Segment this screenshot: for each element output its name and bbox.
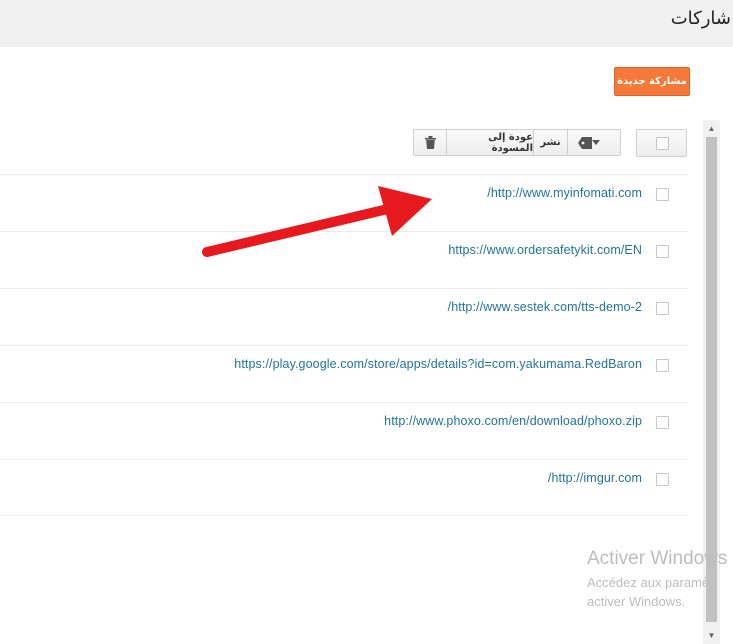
- delete-button[interactable]: [414, 130, 446, 155]
- trash-icon: [424, 136, 436, 149]
- watermark-title: Activer Windows: [587, 548, 728, 569]
- post-checkbox[interactable]: [656, 245, 669, 258]
- tag-icon: [578, 136, 592, 149]
- post-title-link[interactable]: https://www.ordersafetykit.com/EN: [448, 243, 642, 257]
- post-title-link[interactable]: http://www.phoxo.com/en/download/phoxo.z…: [384, 414, 642, 428]
- label-dropdown-button[interactable]: [567, 130, 620, 155]
- watermark-line-1: Accédez aux paramè: [587, 575, 710, 590]
- publish-button[interactable]: نشر: [533, 130, 567, 155]
- posts-list: /http://www.myinfomati.com https://www.o…: [0, 174, 688, 516]
- chevron-down-icon: [592, 140, 600, 145]
- post-actions-toolbar: عودة إلى المسودة نشر: [413, 129, 621, 156]
- post-checkbox[interactable]: [656, 473, 669, 486]
- post-row: http://www.phoxo.com/en/download/phoxo.z…: [0, 402, 688, 459]
- post-row: /http://imgur.com: [0, 459, 688, 516]
- post-row: /http://www.sestek.com/tts-demo-2: [0, 288, 688, 345]
- post-checkbox[interactable]: [656, 302, 669, 315]
- page-title: شاركات: [670, 8, 731, 29]
- select-all-button[interactable]: [636, 129, 687, 157]
- post-row: /http://www.myinfomati.com: [0, 174, 688, 231]
- new-post-button[interactable]: مشاركة جديدة: [614, 67, 690, 96]
- post-row: https://play.google.com/store/apps/detai…: [0, 345, 688, 402]
- post-title-link[interactable]: https://play.google.com/store/apps/detai…: [234, 357, 642, 371]
- post-title-link[interactable]: /http://imgur.com: [548, 471, 642, 485]
- post-checkbox[interactable]: [656, 188, 669, 201]
- windows-activation-watermark: Activer Windows Accédez aux paramè activ…: [587, 548, 727, 611]
- post-title-link[interactable]: /http://www.sestek.com/tts-demo-2: [448, 300, 642, 314]
- scroll-down-icon[interactable]: ▼: [703, 627, 720, 644]
- post-title-link[interactable]: /http://www.myinfomati.com: [487, 186, 642, 200]
- post-row: https://www.ordersafetykit.com/EN: [0, 231, 688, 288]
- scroll-up-icon[interactable]: ▲: [703, 120, 720, 137]
- revert-to-draft-button[interactable]: عودة إلى المسودة: [446, 130, 533, 155]
- post-checkbox[interactable]: [656, 416, 669, 429]
- select-all-checkbox[interactable]: [656, 137, 669, 150]
- post-checkbox[interactable]: [656, 359, 669, 372]
- watermark-line-2: activer Windows.: [587, 594, 686, 609]
- top-bar: شاركات: [0, 0, 733, 47]
